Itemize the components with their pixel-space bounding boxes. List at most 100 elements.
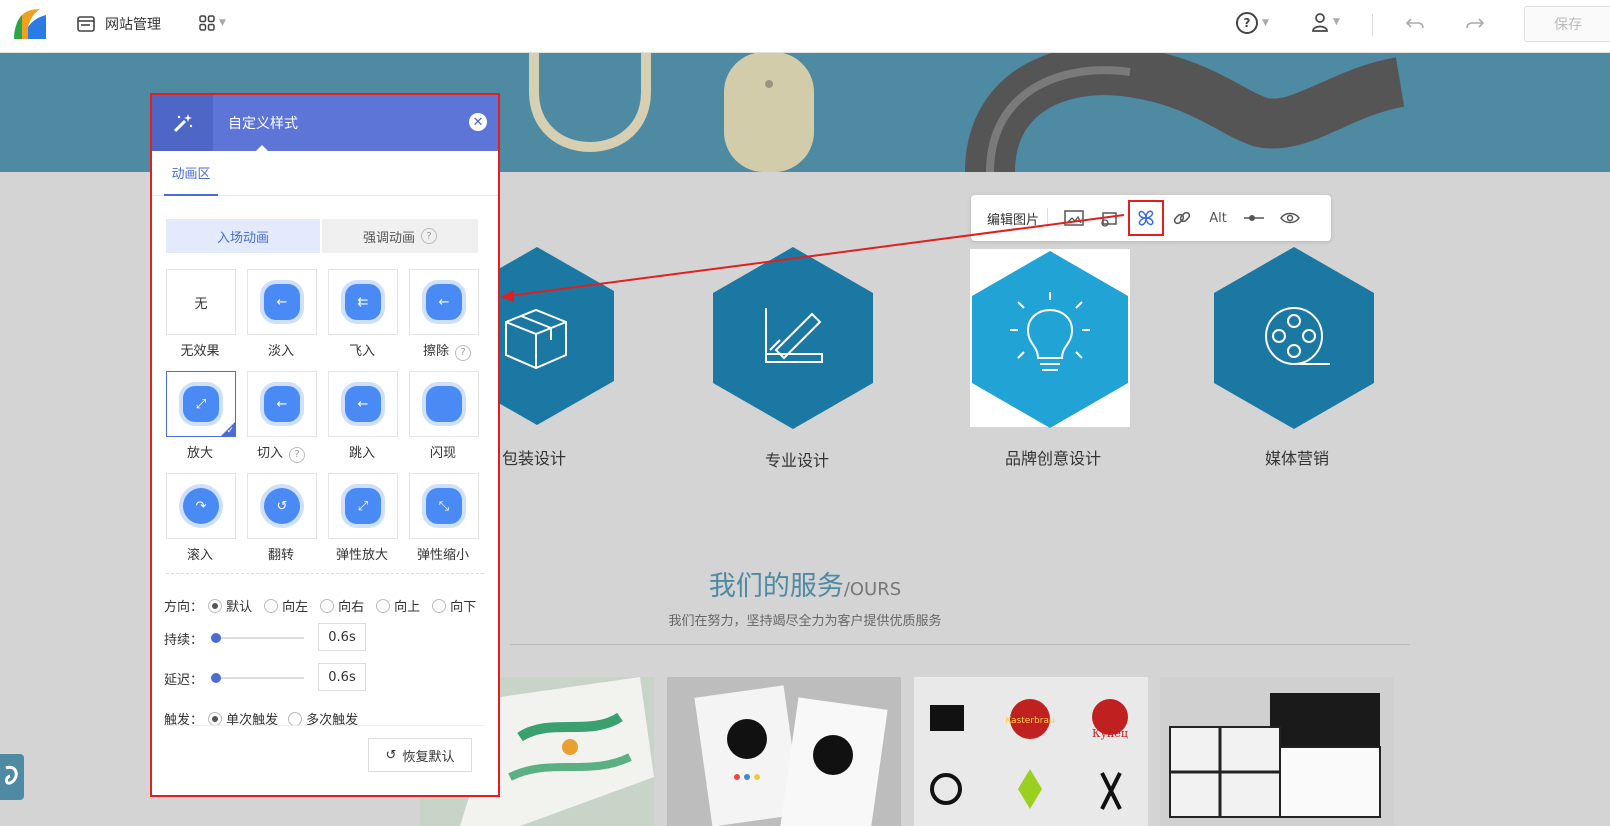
service-label: 品牌创意设计 (1005, 449, 1102, 468)
effect-label: 淡入 (267, 344, 294, 359)
packaging-boxes-image (1169, 693, 1381, 818)
spacing-slider-icon[interactable] (1236, 200, 1272, 236)
slider-handle[interactable] (211, 633, 221, 643)
close-icon[interactable]: ✕ (469, 113, 487, 131)
panel-header: 自定义样式 ✕ (152, 95, 498, 151)
duration-label: 持续： (164, 633, 204, 648)
effect-label: 放大 (186, 446, 213, 461)
option-label: 向右 (338, 600, 365, 615)
radio-selected[interactable] (208, 712, 222, 726)
effect-tile-zoom-in[interactable]: ⤢ ✓ (166, 371, 236, 437)
edit-image-button[interactable]: 编辑图片 (987, 209, 1039, 228)
replace-image-icon[interactable] (1056, 200, 1092, 236)
chevron-down-icon: ▼ (1262, 18, 1269, 28)
magic-wand-icon (152, 95, 213, 151)
divider (166, 573, 484, 574)
effect-tile-fade-in[interactable]: ← (247, 269, 317, 335)
direction-label: 方向： (164, 600, 204, 615)
effect-tile-roll-in[interactable]: ↷ (166, 473, 236, 539)
effect-label-with-help: 擦除? (407, 340, 487, 361)
direction-option-down[interactable]: 向下 (432, 596, 476, 615)
emphasis-animation-label: 强调动画 (362, 230, 415, 246)
radio[interactable] (264, 599, 278, 613)
direction-option-left[interactable]: 向左 (264, 596, 308, 615)
portfolio-thumbnail[interactable] (667, 677, 901, 826)
expand-icon: ⤢ (345, 488, 381, 524)
browser-window-icon (77, 16, 95, 32)
apps-menu[interactable]: ▼ (199, 15, 226, 31)
radio[interactable] (320, 599, 334, 613)
direction-option-right[interactable]: 向右 (320, 596, 364, 615)
check-icon: ✓ (226, 426, 234, 436)
effect-label: 飞入 (348, 344, 375, 359)
option-label: 默认 (226, 600, 253, 615)
user-menu[interactable]: ▼ (1311, 12, 1340, 32)
direction-option-up[interactable]: 向上 (376, 596, 420, 615)
radio[interactable] (376, 599, 390, 613)
portfolio-thumbnail[interactable]: Kasterbrau Купец (914, 677, 1148, 826)
link-icon[interactable] (1164, 200, 1200, 236)
redo-icon[interactable] (1465, 13, 1485, 33)
effect-tile-bounce-in[interactable]: ← (328, 371, 398, 437)
service-hexagon[interactable] (1214, 247, 1374, 429)
swirl-icon (4, 765, 18, 785)
panel-title: 自定义样式 (228, 116, 298, 132)
effect-tile-flip[interactable]: ↺ (247, 473, 317, 539)
effect-tile-elastic-zoom-in[interactable]: ⤢ (328, 473, 398, 539)
crop-image-icon[interactable] (1092, 200, 1128, 236)
effect-label: 弹性放大 (335, 548, 388, 563)
help-icon[interactable]: ? (289, 446, 305, 463)
duration-input[interactable]: 0.6s (318, 623, 366, 651)
animation-pinwheel-icon[interactable] (1128, 200, 1165, 236)
save-button[interactable]: 保存 (1524, 6, 1610, 42)
portfolio-thumbnail[interactable] (1160, 677, 1394, 826)
duration-slider[interactable] (211, 633, 304, 643)
help-icon[interactable]: ? (455, 344, 471, 361)
rotate-icon: ↺ (264, 488, 300, 524)
effect-tile-elastic-zoom-out[interactable]: ⤡ (409, 473, 479, 539)
delay-input[interactable]: 0.6s (318, 663, 366, 691)
slider-handle[interactable] (211, 673, 221, 683)
delay-label: 延迟： (164, 673, 204, 688)
delay-slider[interactable] (211, 673, 304, 683)
site-manage-menu[interactable]: 网站管理 (77, 14, 161, 34)
effect-tile-flash[interactable] (409, 371, 479, 437)
service-hexagon[interactable] (713, 247, 873, 429)
divider (166, 725, 484, 726)
svg-text:Kasterbrau: Kasterbrau (1005, 716, 1054, 726)
shrink-icon: ⤡ (426, 488, 462, 524)
panel-tabs: 动画区 (152, 151, 498, 196)
help-menu[interactable]: ? ▼ (1236, 12, 1269, 34)
option-label: 向下 (450, 600, 477, 615)
reset-default-button[interactable]: ↺ 恢复默认 (368, 738, 472, 772)
image-toolbar: 编辑图片 Alt (971, 195, 1331, 241)
side-helper-tab[interactable] (0, 754, 24, 800)
service-label: 专业设计 (765, 451, 830, 470)
effect-label: 擦除 (422, 344, 449, 359)
radio[interactable] (288, 712, 302, 726)
effect-tile-fly-in[interactable]: ⇇ (328, 269, 398, 335)
radio-selected[interactable] (208, 599, 222, 613)
enter-animation-tab[interactable]: 入场动画 (166, 219, 320, 253)
double-arrow-left-icon: ⇇ (345, 284, 381, 320)
radio[interactable] (432, 599, 446, 613)
effect-tile-wipe[interactable]: ← (409, 269, 479, 335)
reset-icon: ↺ (385, 747, 397, 763)
tab-animation[interactable]: 动画区 (164, 151, 218, 196)
help-icon[interactable]: ? (421, 228, 437, 244)
logo-collection-image: Kasterbrau Купец (930, 699, 1128, 810)
arrow-left-icon: ← (264, 284, 300, 320)
site-manage-label: 网站管理 (105, 17, 161, 33)
option-label: 向左 (282, 600, 309, 615)
effect-tile-none[interactable]: 无 (166, 269, 236, 335)
custom-style-panel: 自定义样式 ✕ 动画区 入场动画 强调动画? 无 ← ⇇ ← 无效果 淡入 飞入… (150, 93, 500, 797)
undo-icon[interactable] (1405, 13, 1425, 33)
direction-option-default[interactable]: 默认 (208, 596, 252, 615)
alt-text-button[interactable]: Alt (1200, 200, 1236, 236)
eye-icon[interactable] (1272, 200, 1308, 236)
arrow-left-icon: ← (264, 386, 300, 422)
emphasis-animation-tab[interactable]: 强调动画? (322, 219, 478, 253)
grid-apps-icon (199, 15, 215, 31)
user-icon (1312, 13, 1328, 32)
effect-tile-cut-in[interactable]: ← (247, 371, 317, 437)
